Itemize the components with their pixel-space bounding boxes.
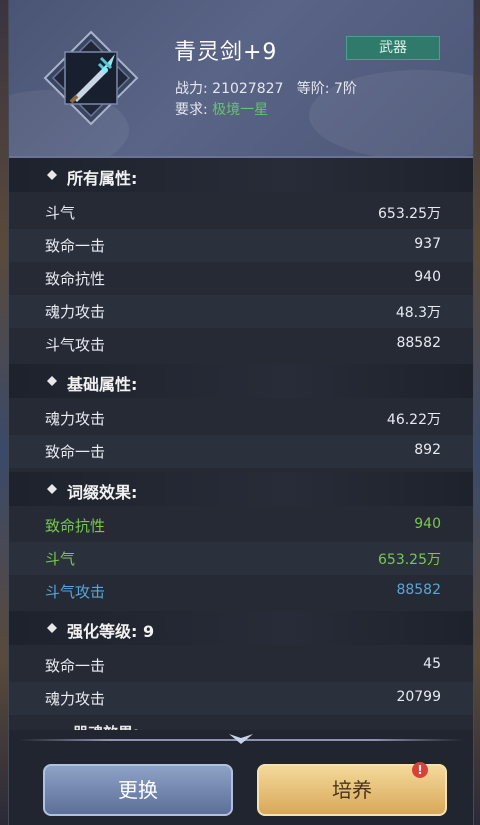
- grade-label: 等阶:: [296, 81, 330, 97]
- section-all-attributes: 所有属性:: [9, 158, 473, 192]
- attribute-label: 致命抗性: [45, 517, 106, 535]
- attribute-value: 88582: [396, 335, 441, 351]
- attribute-value: 45: [423, 656, 441, 672]
- section-affix-effects: 词缀效果:: [9, 472, 473, 506]
- item-icon-frame[interactable]: [41, 28, 141, 128]
- attribute-row: 魂力攻击 20799: [9, 682, 473, 715]
- requirement-value: 极境一星: [212, 102, 269, 118]
- attribute-row: 斗气攻击 88582: [9, 328, 473, 361]
- attribute-label: 魂力攻击: [45, 303, 106, 321]
- requirement-line: 要求: 极境一星: [175, 99, 268, 119]
- attribute-value: 88582: [396, 582, 441, 598]
- power-label: 战力:: [175, 81, 208, 97]
- attribute-label: 斗气攻击: [45, 583, 106, 601]
- attribute-value: 46.22万: [386, 412, 441, 428]
- attribute-row: 致命抗性 940: [9, 509, 473, 542]
- attribute-value: 653.25万: [378, 552, 441, 568]
- alert-icon: !: [412, 762, 428, 778]
- section-title: 强化等级: 9: [67, 622, 155, 641]
- item-header: 青灵剑+9 武器 战力: 21027827 等阶: 7阶 要求: 极境一星: [9, 0, 473, 158]
- sword-icon: [43, 30, 139, 126]
- attribute-row: 魂力攻击 46.22万: [9, 402, 473, 435]
- attribute-label: 斗气攻击: [45, 336, 106, 354]
- section-title: 词缀效果:: [67, 483, 138, 502]
- diamond-icon: [47, 376, 57, 386]
- attribute-row: 致命一击 892: [9, 435, 473, 468]
- attribute-row: 致命抗性 940: [9, 262, 473, 295]
- attribute-label: 致命一击: [45, 443, 106, 461]
- attribute-row: 斗气 653.25万: [9, 196, 473, 229]
- attribute-row: 致命一击 937: [9, 229, 473, 262]
- section-enhancement: 强化等级: 9: [9, 611, 473, 645]
- section-title: 基础属性:: [67, 375, 138, 394]
- attribute-label: 斗气: [45, 204, 76, 222]
- attribute-value: 892: [414, 442, 441, 458]
- diamond-icon: [47, 170, 57, 180]
- chevron-down-icon[interactable]: [229, 732, 253, 746]
- diamond-icon: [47, 623, 57, 633]
- power-value: 21027827: [212, 81, 284, 97]
- attribute-label: 斗气: [45, 550, 76, 568]
- section-base-attributes: 基础属性:: [9, 364, 473, 398]
- attribute-label: 魂力攻击: [45, 690, 106, 708]
- attribute-label: 致命一击: [45, 657, 106, 675]
- attribute-value: 653.25万: [378, 206, 441, 222]
- attribute-value: 937: [414, 236, 441, 252]
- section-title: 所有属性:: [67, 169, 138, 188]
- item-type-badge: 武器: [346, 36, 440, 60]
- grade-value: 7阶: [333, 81, 357, 97]
- attribute-value: 940: [414, 269, 441, 285]
- attribute-row: 斗气攻击 88582: [9, 575, 473, 608]
- attribute-row: 斗气 653.25万: [9, 542, 473, 575]
- attribute-value: 48.3万: [395, 305, 441, 321]
- attribute-value: 940: [414, 516, 441, 532]
- attribute-label: 致命一击: [45, 237, 106, 255]
- attribute-row: 致命一击 45: [9, 649, 473, 682]
- attribute-label: 致命抗性: [45, 270, 106, 288]
- attribute-value: 20799: [396, 689, 441, 705]
- diamond-icon: [47, 484, 57, 494]
- attribute-label: 魂力攻击: [45, 410, 106, 428]
- requirement-label: 要求:: [175, 102, 208, 118]
- power-line: 战力: 21027827 等阶: 7阶: [175, 78, 357, 98]
- item-name: 青灵剑+9: [174, 40, 278, 65]
- attribute-row: 魂力攻击 48.3万: [9, 295, 473, 328]
- swap-button[interactable]: 更换: [43, 764, 233, 816]
- item-detail-panel: 青灵剑+9 武器 战力: 21027827 等阶: 7阶 要求: 极境一星 所有…: [8, 0, 474, 825]
